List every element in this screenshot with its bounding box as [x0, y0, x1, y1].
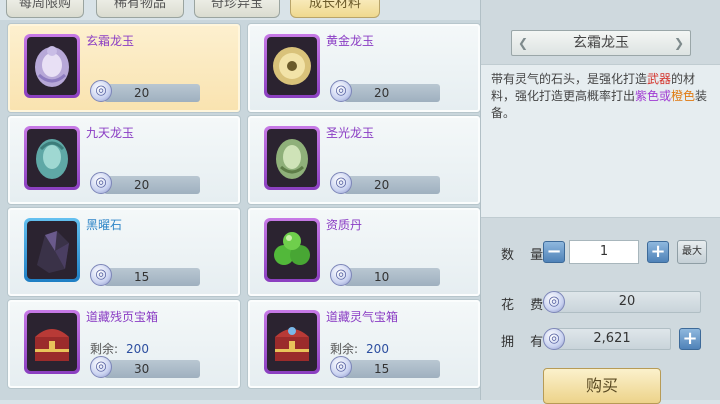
silver-coin-icon: ◎ — [330, 80, 352, 102]
detail-panel: 玄霜龙玉 带有灵气的石头，是强化打造武器的材料，强化打造更高概率打出紫色或橙色装… — [480, 0, 720, 404]
green-pill-icon — [267, 221, 317, 279]
remaining-value: 200 — [126, 342, 149, 356]
item-description: 带有灵气的石头，是强化打造武器的材料，强化打造更高概率打出紫色或橙色装备。 — [481, 64, 720, 218]
item-grid: 玄霜龙玉 20 ◎ 黄金龙玉 20 ◎ 九天龙玉 20 ◎ 圣光龙玉 20 ◎ … — [0, 20, 480, 400]
price-bar: 20 ◎ — [330, 80, 440, 102]
silver-coin-icon: ◎ — [90, 264, 112, 286]
silver-coin-icon: ◎ — [330, 172, 352, 194]
jade-dragon-icon — [267, 129, 317, 187]
item-name: 黑曜石 — [86, 218, 123, 232]
item-card-daozang-canye-baoxiang[interactable]: 道藏残页宝箱 剩余: 200 30 ◎ — [8, 300, 240, 388]
tab-growth-materials[interactable]: 成长材料 — [290, 0, 380, 18]
price-bar: 20 ◎ — [90, 172, 200, 194]
price-value: 15 — [344, 360, 440, 378]
tab-bar: 每周限购 稀有物品 奇珍异宝 成长材料 — [0, 0, 480, 20]
item-name: 九天龙玉 — [86, 126, 135, 140]
remaining-stock: 剩余: 200 — [330, 340, 389, 357]
item-slot — [24, 126, 80, 190]
max-quantity-button[interactable]: 最大 — [677, 240, 707, 264]
cost-value: 20 — [553, 291, 701, 313]
item-slot — [264, 126, 320, 190]
owned-label: 拥 有 — [501, 335, 550, 350]
silver-coin-icon: ◎ — [90, 356, 112, 378]
price-bar: 10 ◎ — [330, 264, 440, 286]
quantity-input[interactable]: 1 — [569, 240, 639, 264]
quantity-plus-button[interactable]: + — [647, 241, 669, 263]
price-bar: 15 ◎ — [90, 264, 200, 286]
quantity-minus-button[interactable]: − — [543, 241, 565, 263]
item-card-jiutian-longyu[interactable]: 九天龙玉 20 ◎ — [8, 116, 240, 204]
tab-rare[interactable]: 稀有物品 — [96, 0, 184, 18]
item-card-shengguang-longyu[interactable]: 圣光龙玉 20 ◎ — [248, 116, 480, 204]
gold-jade-icon — [267, 37, 317, 95]
price-value: 20 — [104, 84, 200, 102]
price-bar: 20 ◎ — [330, 172, 440, 194]
item-slot — [24, 218, 80, 282]
item-slot — [264, 218, 320, 282]
desc-highlight-orange: 橙色 — [671, 89, 696, 103]
item-name: 黄金龙玉 — [326, 34, 375, 48]
item-name: 玄霜龙玉 — [86, 34, 135, 48]
silver-coin-icon: ◎ — [330, 356, 352, 378]
item-slot — [24, 310, 80, 374]
buy-button[interactable]: 购买 — [543, 368, 661, 404]
remaining-label: 剩余: — [90, 342, 119, 356]
treasure-chest-icon — [267, 313, 317, 371]
price-value: 30 — [104, 360, 200, 378]
item-name: 资质丹 — [326, 218, 363, 232]
treasure-chest-icon — [27, 313, 77, 371]
item-name: 圣光龙玉 — [326, 126, 375, 140]
add-currency-button[interactable]: + — [679, 328, 701, 350]
item-card-huangjin-longyu[interactable]: 黄金龙玉 20 ◎ — [248, 24, 480, 112]
desc-highlight-purple: 紫色或 — [635, 89, 672, 103]
remaining-label: 剩余: — [330, 342, 359, 356]
obsidian-icon — [27, 221, 77, 279]
item-name: 道藏残页宝箱 — [86, 310, 159, 324]
price-value: 20 — [344, 84, 440, 102]
item-slot — [24, 34, 80, 98]
cost-label: 花 费 — [501, 298, 550, 313]
item-card-heiyaoshi[interactable]: 黑曜石 15 ◎ — [8, 208, 240, 296]
remaining-stock: 剩余: 200 — [90, 340, 149, 357]
price-value: 20 — [104, 176, 200, 194]
silver-coin-icon: ◎ — [543, 328, 565, 350]
silver-coin-icon: ◎ — [330, 264, 352, 286]
item-slot — [264, 310, 320, 374]
owned-value: 2,621 — [553, 328, 671, 350]
price-bar: 20 ◎ — [90, 80, 200, 102]
silver-coin-icon: ◎ — [90, 172, 112, 194]
price-value: 20 — [344, 176, 440, 194]
silver-coin-icon: ◎ — [90, 80, 112, 102]
tab-weekly[interactable]: 每周限购 — [6, 0, 84, 18]
desc-highlight-weapon: 武器 — [647, 72, 672, 86]
remaining-value: 200 — [366, 342, 389, 356]
silver-coin-icon: ◎ — [543, 291, 565, 313]
item-card-xuanshuang-longyu[interactable]: 玄霜龙玉 20 ◎ — [8, 24, 240, 112]
price-bar: 15 ◎ — [330, 356, 440, 378]
tab-treasure[interactable]: 奇珍异宝 — [194, 0, 280, 18]
jade-dragon-icon — [27, 37, 77, 95]
detail-title: 玄霜龙玉 — [511, 30, 691, 56]
desc-text: 带有灵气的石头，是强化打造 — [491, 72, 648, 86]
item-slot — [264, 34, 320, 98]
price-value: 15 — [104, 268, 200, 286]
price-bar: 30 ◎ — [90, 356, 200, 378]
item-card-zizhidan[interactable]: 资质丹 10 ◎ — [248, 208, 480, 296]
price-value: 10 — [344, 268, 440, 286]
item-name: 道藏灵气宝箱 — [326, 310, 399, 324]
quantity-label: 数 量 — [501, 248, 550, 263]
jade-dragon-icon — [27, 129, 77, 187]
item-card-daozang-lingqi-baoxiang[interactable]: 道藏灵气宝箱 剩余: 200 15 ◎ — [248, 300, 480, 388]
